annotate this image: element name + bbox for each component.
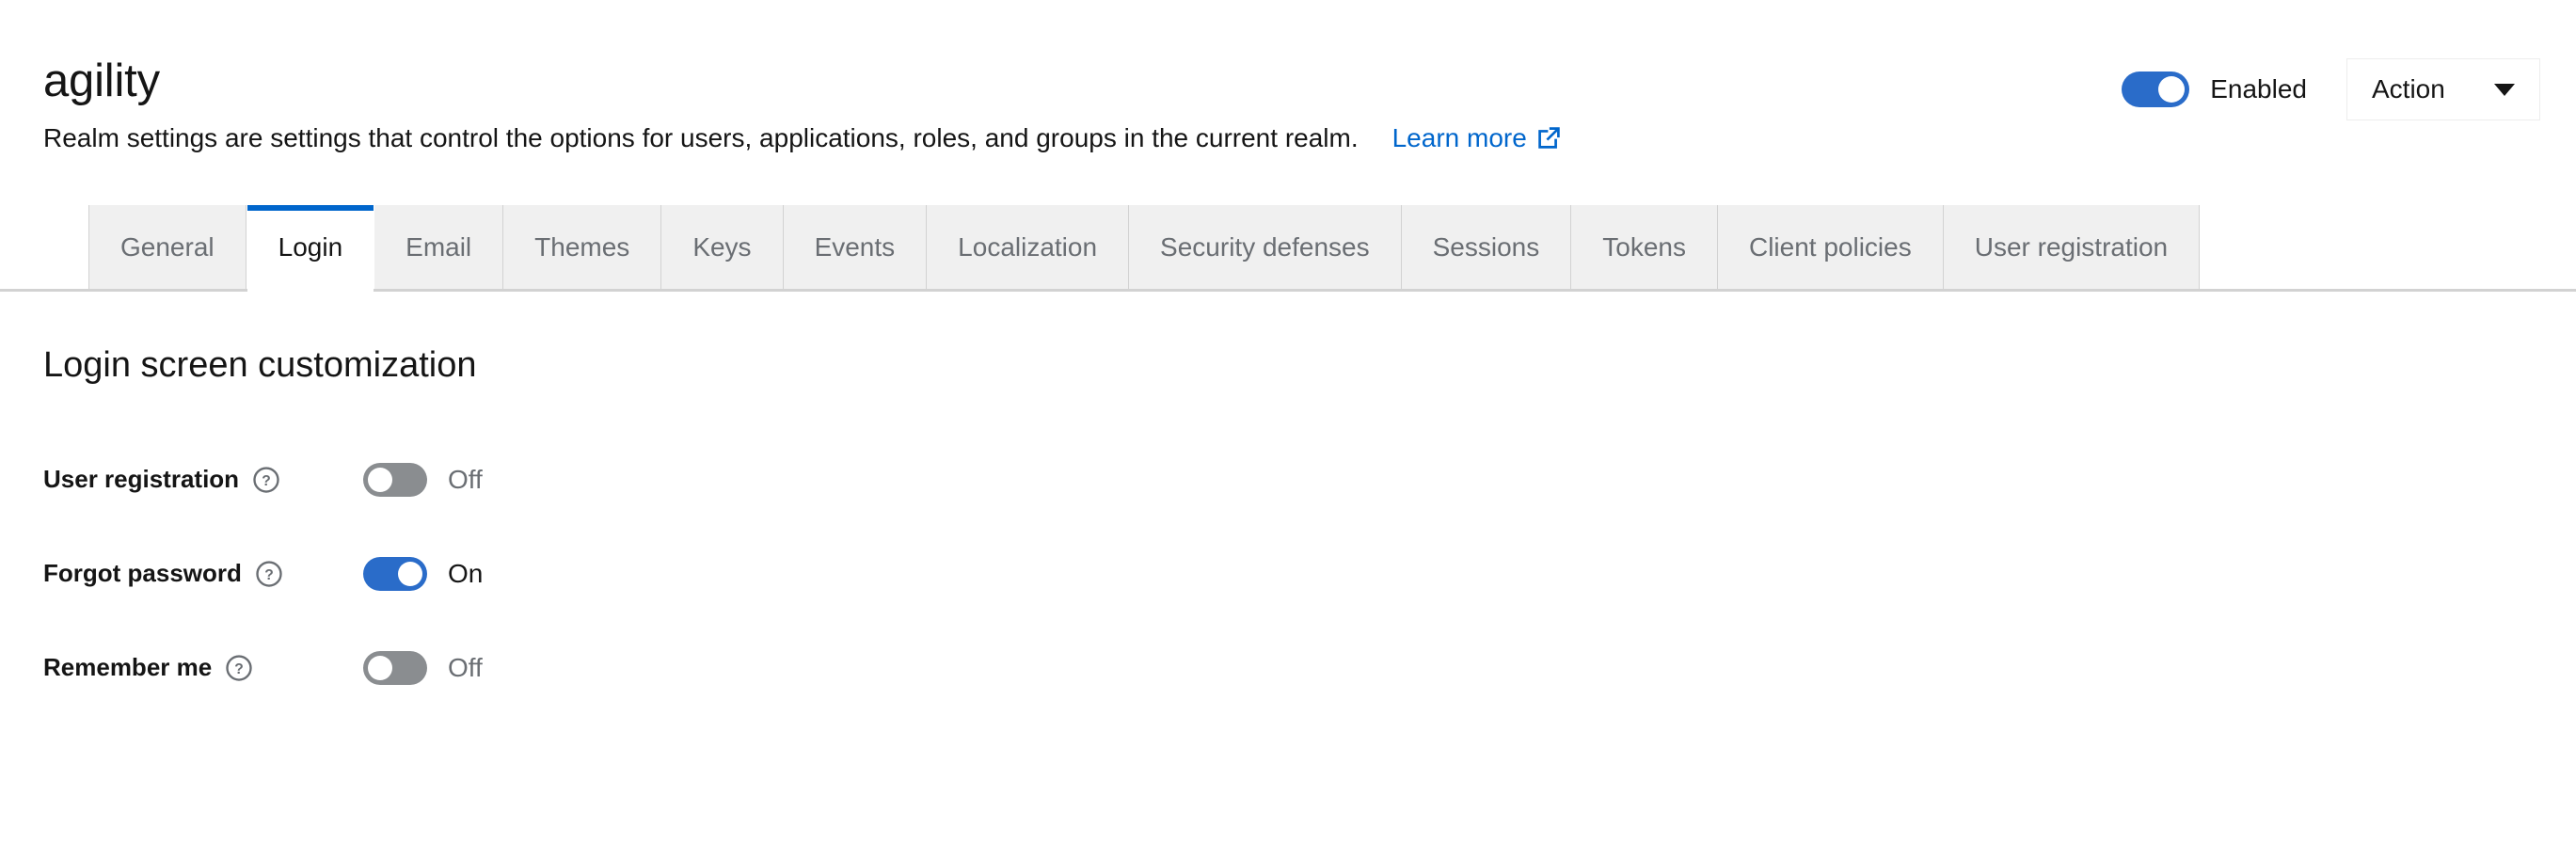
tab-label: User registration xyxy=(1974,231,2169,262)
section-title: Login screen customization xyxy=(43,345,477,385)
tab-email[interactable]: Email xyxy=(374,205,504,289)
help-circle-icon[interactable]: ? xyxy=(225,654,253,682)
tab-login[interactable]: Login xyxy=(246,205,375,292)
form-control-remember-me: Off xyxy=(363,650,483,685)
form-label-forgot-password: Forgot password ? xyxy=(43,559,363,588)
learn-more-label: Learn more xyxy=(1391,122,1527,152)
form-control-forgot-password: On xyxy=(363,556,484,591)
tab-label: Themes xyxy=(534,231,630,262)
realm-enabled-label: Enabled xyxy=(2210,74,2307,103)
tab-client-policies[interactable]: Client policies xyxy=(1717,205,1944,289)
toggle-knob xyxy=(368,467,392,492)
toggle-knob xyxy=(398,561,422,586)
action-dropdown-button[interactable]: Action xyxy=(2346,58,2540,120)
external-link-icon xyxy=(1536,125,1562,151)
form-control-user-registration: Off xyxy=(363,462,483,497)
page-description-row: Realm settings are settings that control… xyxy=(43,120,1562,156)
tab-localization[interactable]: Localization xyxy=(927,205,1130,289)
forgot-password-toggle[interactable] xyxy=(363,556,427,591)
remember-me-state: Off xyxy=(448,652,483,682)
user-registration-state: Off xyxy=(448,464,483,494)
remember-me-toggle[interactable] xyxy=(363,650,427,685)
form-row-remember-me: Remember me ? Off xyxy=(43,621,2533,715)
tab-label: Events xyxy=(814,231,896,262)
tab-themes[interactable]: Themes xyxy=(503,205,662,289)
svg-text:?: ? xyxy=(264,566,274,582)
form-row-forgot-password: Forgot password ? On xyxy=(43,527,2533,621)
tab-list: General Login Email Themes Keys Events L… xyxy=(88,205,2201,292)
main-content: Login screen customization User registra… xyxy=(0,292,2576,715)
toggle-knob xyxy=(368,655,392,680)
form-row-user-registration: User registration ? Off xyxy=(43,433,2533,527)
page-title: agility xyxy=(43,56,160,106)
form-label-remember-me: Remember me ? xyxy=(43,653,363,682)
field-label: Remember me xyxy=(43,653,213,682)
tab-general[interactable]: General xyxy=(88,205,246,289)
tab-bar: General Login Email Themes Keys Events L… xyxy=(0,205,2576,292)
tab-label: Security defenses xyxy=(1160,231,1370,262)
tab-keys[interactable]: Keys xyxy=(661,205,784,289)
forgot-password-state: On xyxy=(448,558,484,588)
help-circle-icon[interactable]: ? xyxy=(252,466,280,494)
tab-user-registration[interactable]: User registration xyxy=(1943,205,2201,289)
field-label: Forgot password xyxy=(43,559,242,588)
tab-label: Client policies xyxy=(1748,231,1912,262)
page-header: agility Realm settings are settings that… xyxy=(0,0,2576,205)
tab-events[interactable]: Events xyxy=(783,205,928,289)
tab-tokens[interactable]: Tokens xyxy=(1571,205,1718,289)
form-label-user-registration: User registration ? xyxy=(43,465,363,494)
action-dropdown-label: Action xyxy=(2372,74,2445,103)
tab-label: Login xyxy=(278,231,343,262)
tab-label: General xyxy=(120,231,215,262)
user-registration-toggle[interactable] xyxy=(363,462,427,497)
tab-label: Email xyxy=(405,231,472,262)
tab-label: Tokens xyxy=(1602,231,1686,262)
svg-text:?: ? xyxy=(234,660,244,676)
toggle-knob xyxy=(2158,76,2186,103)
tab-label: Sessions xyxy=(1432,231,1540,262)
realm-enabled-toggle[interactable] xyxy=(2122,72,2190,107)
svg-text:?: ? xyxy=(262,472,271,488)
realm-enabled-group: Enabled xyxy=(2122,72,2307,107)
page-description: Realm settings are settings that control… xyxy=(43,123,1359,152)
caret-down-icon xyxy=(2494,83,2515,96)
tab-security-defenses[interactable]: Security defenses xyxy=(1129,205,1402,289)
tab-label: Localization xyxy=(958,231,1098,262)
help-circle-icon[interactable]: ? xyxy=(255,560,283,588)
header-actions: Enabled Action xyxy=(2122,58,2540,120)
tab-label: Keys xyxy=(692,231,752,262)
tab-sessions[interactable]: Sessions xyxy=(1401,205,1572,289)
field-label: User registration xyxy=(43,465,240,494)
learn-more-link[interactable]: Learn more xyxy=(1392,123,1562,153)
